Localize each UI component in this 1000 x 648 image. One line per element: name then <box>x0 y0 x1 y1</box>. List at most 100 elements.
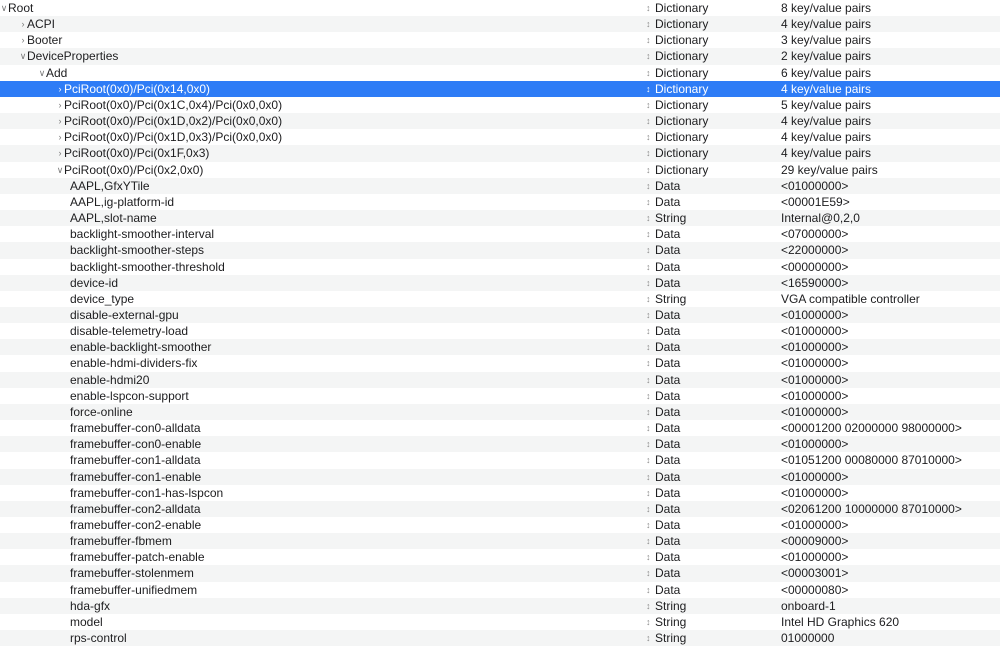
outline-row[interactable]: framebuffer-con1-alldata ↕ Data <01051200 0… <box>0 452 1000 468</box>
value-cell[interactable]: <01000000> <box>781 517 999 533</box>
value-cell[interactable]: 29 key/value pairs <box>781 162 999 178</box>
outline-row[interactable]: enable-lspcon-support ↕ Data <01000000> <box>0 388 1000 404</box>
value-cell[interactable]: <01051200 00080000 87010000> <box>781 452 999 468</box>
value-cell[interactable]: <01000000> <box>781 404 999 420</box>
value-cell[interactable]: <00000080> <box>781 582 999 598</box>
type-popup[interactable]: ↕ Data <box>646 226 776 242</box>
type-popup[interactable]: ↕ Dictionary <box>646 97 776 113</box>
value-cell[interactable]: <01000000> <box>781 339 999 355</box>
outline-row[interactable]: framebuffer-con2-alldata ↕ Data <02061200 1… <box>0 500 1000 517</box>
value-cell[interactable]: <01000000> <box>781 436 999 452</box>
outline-row[interactable]: › PciRoot(0x0)/Pci(0x1D,0x2)/Pci(0x0,0x0)… <box>0 113 1000 130</box>
type-popup[interactable]: ↕ Data <box>646 501 776 517</box>
value-cell[interactable]: Intel HD Graphics 620 <box>781 614 999 630</box>
outline-row[interactable]: ∨ Add ↕ Dictionary 6 key/value pairs <box>0 65 1000 81</box>
outline-row[interactable]: hda-gfx ↕ String onboard-1 <box>0 597 1000 614</box>
type-popup[interactable]: ↕ Data <box>646 355 776 371</box>
type-popup[interactable]: ↕ Dictionary <box>646 65 776 81</box>
outline-row[interactable]: › PciRoot(0x0)/Pci(0x1F,0x3) ↕ Dictionary 4 … <box>0 145 1000 162</box>
outline-row[interactable]: rps-control ↕ String 01000000 <box>0 630 1000 647</box>
outline-row[interactable]: › PciRoot(0x0)/Pci(0x14,0x0) ↕ Dictionary 4 … <box>0 80 1000 97</box>
outline-row[interactable]: AAPL,ig-platform-id ↕ Data <00001E59> <box>0 194 1000 210</box>
type-popup[interactable]: ↕ Data <box>646 372 776 388</box>
outline-row[interactable]: framebuffer-con2-enable ↕ Data <01000000> <box>0 517 1000 533</box>
outline-row[interactable]: backlight-smoother-steps ↕ Data <22000000> <box>0 242 1000 259</box>
outline-row[interactable]: enable-backlight-smoother ↕ Data <01000000> <box>0 339 1000 356</box>
outline-row[interactable]: AAPL,GfxYTile ↕ Data <01000000> <box>0 177 1000 194</box>
outline-row[interactable]: force-online ↕ Data <01000000> <box>0 403 1000 421</box>
outline-row[interactable]: framebuffer-con0-enable ↕ Data <01000000> <box>0 436 1000 453</box>
type-popup[interactable]: ↕ Data <box>646 485 776 501</box>
outline-row[interactable]: AAPL,slot-name ↕ String Internal@0,2,0 <box>0 210 1000 227</box>
value-cell[interactable]: <01000000> <box>781 469 999 485</box>
outline-row[interactable]: framebuffer-con1-enable ↕ Data <01000000> <box>0 468 1000 485</box>
outline-row[interactable]: ∨ Root ↕ Dictionary 8 key/value pairs <box>0 0 1000 16</box>
value-cell[interactable]: 4 key/value pairs <box>781 129 999 145</box>
outline-row[interactable]: › PciRoot(0x0)/Pci(0x1C,0x4)/Pci(0x0,0x0)… <box>0 97 1000 113</box>
outline-row[interactable]: framebuffer-patch-enable ↕ Data <01000000> <box>0 549 1000 565</box>
value-cell[interactable]: <01000000> <box>781 549 999 565</box>
type-popup[interactable]: ↕ Data <box>646 420 776 436</box>
outline-row[interactable]: ∨ DeviceProperties ↕ Dictionary 2 key/value … <box>0 48 1000 65</box>
type-popup[interactable]: ↕ Data <box>646 549 776 565</box>
outline-row[interactable]: › ACPI ↕ Dictionary 4 key/value pairs <box>0 16 1000 33</box>
value-cell[interactable]: 4 key/value pairs <box>781 81 999 97</box>
value-cell[interactable]: <01000000> <box>781 485 999 501</box>
type-popup[interactable]: ↕ Data <box>646 242 776 258</box>
outline-row[interactable]: disable-external-gpu ↕ Data <01000000> <box>0 306 1000 324</box>
type-popup[interactable]: ↕ Dictionary <box>646 129 776 145</box>
outline-row[interactable]: framebuffer-unifiedmem ↕ Data <00000080> <box>0 582 1000 598</box>
type-popup[interactable]: ↕ Data <box>646 404 776 420</box>
outline-row[interactable]: backlight-smoother-threshold ↕ Data <000000… <box>0 259 1000 275</box>
value-cell[interactable]: <00009000> <box>781 533 999 549</box>
value-cell[interactable]: <01000000> <box>781 307 999 323</box>
type-popup[interactable]: ↕ String <box>646 614 776 630</box>
outline-row[interactable]: enable-hdmi20 ↕ Data <01000000> <box>0 371 1000 388</box>
type-popup[interactable]: ↕ Data <box>646 178 776 194</box>
outline-row[interactable]: backlight-smoother-interval ↕ Data <0700000… <box>0 226 1000 242</box>
type-popup[interactable]: ↕ String <box>646 598 776 614</box>
value-cell[interactable]: <07000000> <box>781 226 999 242</box>
type-popup[interactable]: ↕ Dictionary <box>646 16 776 32</box>
outline-row[interactable]: disable-telemetry-load ↕ Data <01000000> <box>0 323 1000 339</box>
type-popup[interactable]: ↕ Data <box>646 323 776 339</box>
value-cell[interactable]: <00003001> <box>781 565 999 581</box>
value-cell[interactable]: 6 key/value pairs <box>781 65 999 81</box>
type-popup[interactable]: ↕ Data <box>646 582 776 598</box>
type-popup[interactable]: ↕ Dictionary <box>646 81 776 97</box>
value-cell[interactable]: 4 key/value pairs <box>781 113 999 129</box>
type-popup[interactable]: ↕ Data <box>646 452 776 468</box>
type-popup[interactable]: ↕ Data <box>646 517 776 533</box>
type-popup[interactable]: ↕ Dictionary <box>646 32 776 48</box>
value-cell[interactable]: Internal@0,2,0 <box>781 210 999 226</box>
outline-row[interactable]: device-id ↕ Data <16590000> <box>0 274 1000 291</box>
value-cell[interactable]: <01000000> <box>781 355 999 371</box>
outline-row[interactable]: framebuffer-fbmem ↕ Data <00009000> <box>0 533 1000 550</box>
outline-row[interactable]: › PciRoot(0x0)/Pci(0x1D,0x3)/Pci(0x0,0x0)… <box>0 129 1000 145</box>
value-cell[interactable]: 4 key/value pairs <box>781 16 999 32</box>
outline-row[interactable]: framebuffer-con0-alldata ↕ Data <00001200 0… <box>0 420 1000 436</box>
type-popup[interactable]: ↕ Data <box>646 388 776 404</box>
type-popup[interactable]: ↕ Dictionary <box>646 162 776 178</box>
value-cell[interactable]: 5 key/value pairs <box>781 97 999 113</box>
value-cell[interactable]: <16590000> <box>781 275 999 291</box>
type-popup[interactable]: ↕ Dictionary <box>646 113 776 129</box>
value-cell[interactable]: 01000000 <box>781 630 999 646</box>
type-popup[interactable]: ↕ Data <box>646 436 776 452</box>
type-popup[interactable]: ↕ Dictionary <box>646 0 776 16</box>
value-cell[interactable]: <01000000> <box>781 178 999 194</box>
outline-row[interactable]: device_type ↕ String VGA compatible control… <box>0 291 1000 307</box>
type-popup[interactable]: ↕ Data <box>646 533 776 549</box>
value-cell[interactable]: 8 key/value pairs <box>781 0 999 16</box>
value-cell[interactable]: <00000000> <box>781 259 999 275</box>
value-cell[interactable]: onboard-1 <box>781 598 999 614</box>
type-popup[interactable]: ↕ Data <box>646 469 776 485</box>
value-cell[interactable]: <01000000> <box>781 323 999 339</box>
type-popup[interactable]: ↕ Data <box>646 307 776 323</box>
outline-row[interactable]: framebuffer-con1-has-lspcon ↕ Data <0100000… <box>0 485 1000 501</box>
outline-row[interactable]: framebuffer-stolenmem ↕ Data <00003001> <box>0 565 1000 582</box>
value-cell[interactable]: 3 key/value pairs <box>781 32 999 48</box>
type-popup[interactable]: ↕ Data <box>646 565 776 581</box>
type-popup[interactable]: ↕ String <box>646 210 776 226</box>
outline-row[interactable]: model ↕ String Intel HD Graphics 620 <box>0 614 1000 630</box>
